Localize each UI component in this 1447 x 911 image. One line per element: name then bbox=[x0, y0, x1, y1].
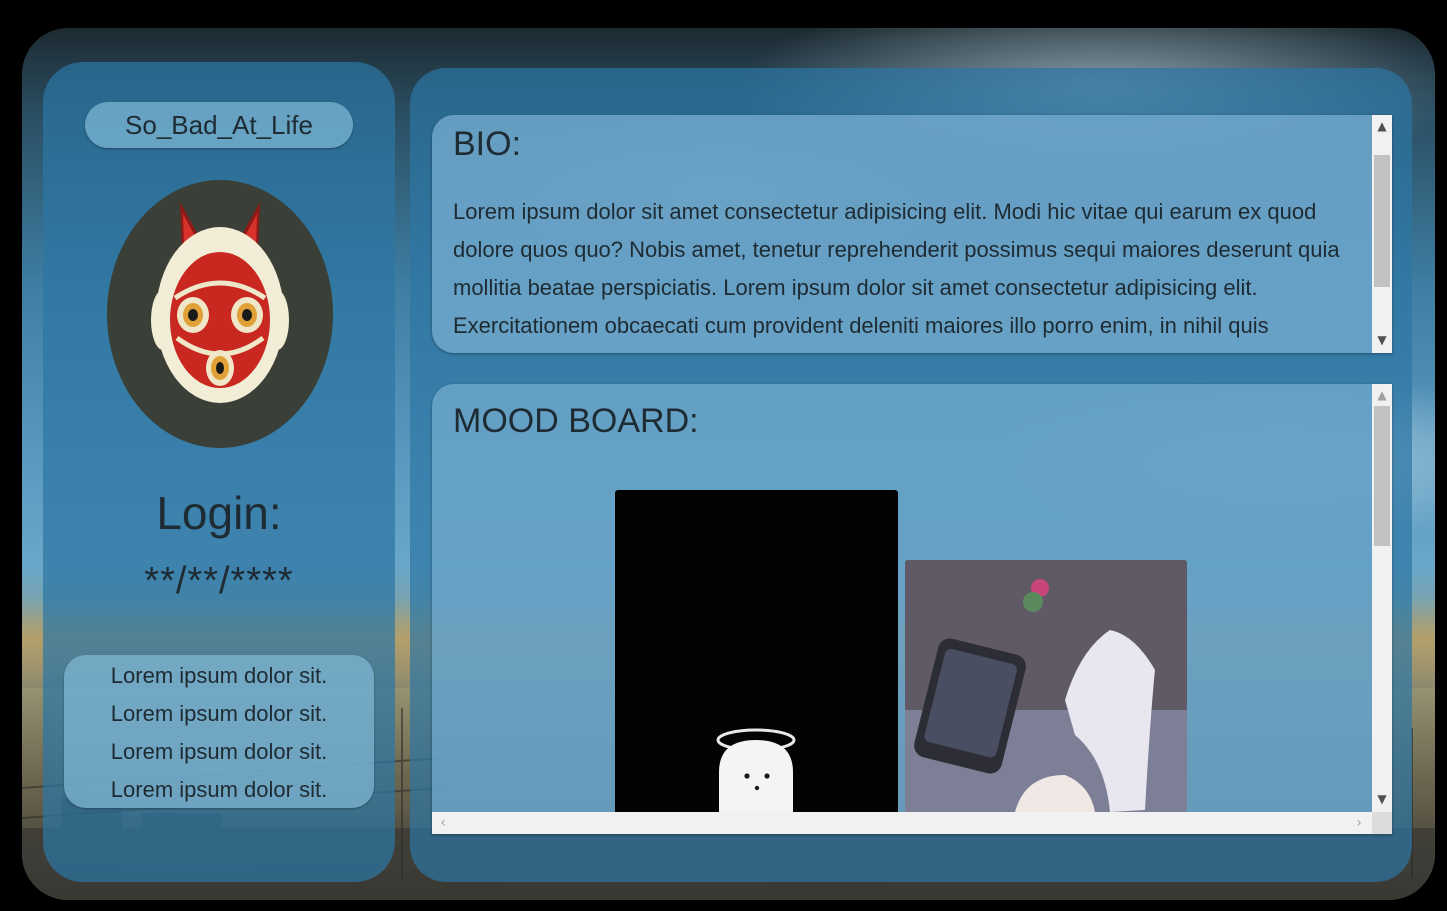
chevron-right-icon[interactable]: › bbox=[1350, 812, 1368, 834]
ghost-with-halo-image bbox=[615, 490, 898, 812]
hand-and-phone-image bbox=[905, 560, 1187, 812]
chevron-down-icon[interactable]: ▼ bbox=[1372, 331, 1392, 349]
info-line: Lorem ipsum dolor sit. bbox=[110, 777, 328, 802]
mood-board-section[interactable]: MOOD BOARD: ▲ ▼ ‹ › bbox=[432, 384, 1392, 834]
scrollbar-corner bbox=[1372, 812, 1392, 834]
chevron-up-icon[interactable]: ▲ bbox=[1372, 117, 1392, 135]
chevron-up-icon[interactable]: ▲ bbox=[1372, 386, 1392, 404]
window-frame: So_Bad_At_Life Login: **/**/**** Lorem i… bbox=[0, 0, 1447, 911]
hand-phone-illustration bbox=[905, 560, 1187, 812]
ghost-icon bbox=[716, 728, 796, 812]
info-line: Lorem ipsum dolor sit. bbox=[110, 739, 328, 764]
mood-board-hscrollbar[interactable]: ‹ › bbox=[432, 812, 1372, 834]
mood-board-title: MOOD BOARD: bbox=[453, 402, 699, 440]
mononoke-mask-icon bbox=[151, 202, 289, 403]
chevron-left-icon[interactable]: ‹ bbox=[434, 812, 452, 834]
bio-section[interactable]: BIO: Lorem ipsum dolor sit amet consecte… bbox=[432, 115, 1392, 353]
avatar bbox=[107, 180, 333, 448]
bio-scrollbar-thumb[interactable] bbox=[1374, 155, 1390, 287]
mood-board-vscrollbar-thumb[interactable] bbox=[1374, 406, 1390, 546]
username-badge: So_Bad_At_Life bbox=[85, 102, 353, 148]
chevron-down-icon[interactable]: ▼ bbox=[1372, 790, 1392, 808]
profile-info-box: Lorem ipsum dolor sit. Lorem ipsum dolor… bbox=[64, 655, 374, 808]
bio-scrollbar[interactable]: ▲ ▼ bbox=[1372, 115, 1392, 353]
info-line: Lorem ipsum dolor sit. bbox=[110, 663, 328, 688]
bio-title: BIO: bbox=[453, 125, 522, 163]
mood-board-vscrollbar[interactable]: ▲ ▼ bbox=[1372, 384, 1392, 812]
login-date: **/**/**** bbox=[144, 560, 294, 602]
info-line: Lorem ipsum dolor sit. bbox=[110, 701, 328, 726]
login-label: Login: bbox=[156, 487, 282, 539]
bio-text: Lorem ipsum dolor sit amet consectetur a… bbox=[453, 199, 1340, 338]
